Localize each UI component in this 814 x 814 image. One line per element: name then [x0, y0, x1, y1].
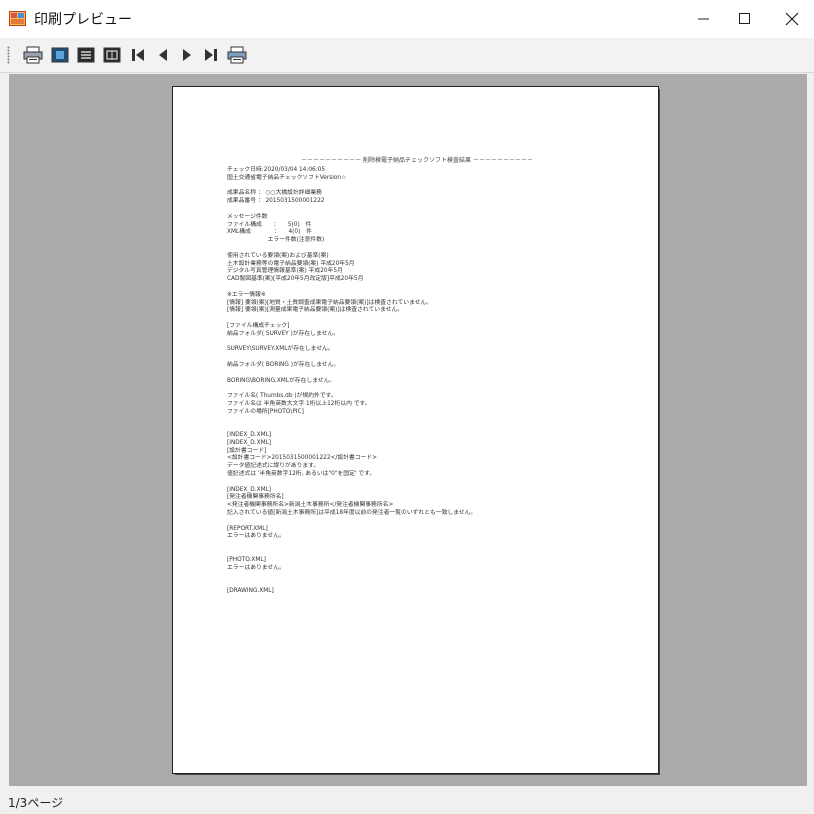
- document-line: エラーはありません。: [227, 564, 285, 571]
- document-line: [DRAWING.XML]: [227, 588, 274, 595]
- close-icon: [785, 12, 799, 26]
- document-line: デジタル写真管理情報基準(案) 平成20年5月: [227, 268, 343, 275]
- one-page-button[interactable]: [49, 45, 71, 65]
- document-line: ファイルの場所[PHOTO\PIC]: [227, 408, 304, 415]
- next-page-icon: [183, 49, 191, 61]
- document-line: <発注者機関事務所名>新潟土木事務所</発注者機関事務所名>: [227, 502, 394, 509]
- one-page-icon: [51, 47, 69, 63]
- document-line: [INDEX_D.XML]: [227, 486, 272, 493]
- prev-page-icon: [159, 49, 167, 61]
- document-line: エラー件数(注意件数): [227, 237, 325, 244]
- document-line: SURVEY\SURVEY.XMLが存在しません。: [227, 346, 334, 353]
- document-line: [PHOTO.XML]: [227, 556, 266, 563]
- document-line: 納品フォルダ( SURVEY )が存在しません。: [227, 330, 339, 337]
- first-page-button[interactable]: [127, 45, 149, 65]
- document-line: データ値記述式に誤りがあります。: [227, 463, 320, 470]
- minimize-button[interactable]: [682, 0, 726, 38]
- document-line: [INDEX_D.XML]: [227, 439, 272, 446]
- document-line: XML構成 ： 4(0) 件: [227, 229, 312, 236]
- document-line: 納品フォルダ( BORING )が存在しません。: [227, 361, 340, 368]
- document-content: －－－－－－－－－－ 削除検電子納品チェックソフト検査結果 －－－－－－－－－－…: [227, 155, 607, 596]
- document-line: チェック日時:2020/03/04 14:06:05: [227, 167, 326, 173]
- document-line: CAD製図基準(案)[平成20年5月改定版]平成20年5月: [227, 276, 364, 283]
- status-bar: 1/3ページ: [0, 788, 814, 814]
- title-bar: 印刷プレビュー: [0, 0, 814, 38]
- document-header: －－－－－－－－－－ 削除検電子納品チェックソフト検査結果 －－－－－－－－－－: [301, 157, 533, 164]
- document-line: 値記述式は '半角英数字12桁, あるいは"0"を固定' です。: [227, 471, 376, 478]
- document-line: 記入されている値[新潟土木事務所]は平成18年度以前の発注者一覧のいずれとも一致…: [227, 510, 477, 517]
- close-button[interactable]: [770, 0, 814, 38]
- maximize-button[interactable]: [723, 0, 767, 38]
- maximize-icon: [739, 13, 750, 24]
- print-button[interactable]: [22, 45, 44, 65]
- document-line: 使用されている要領(案)および基準(案): [227, 252, 329, 259]
- document-line: [情報] 要領(案)[測量成果電子納品要領(案)]は検査されていません。: [227, 307, 404, 314]
- document-line: BORING\BORING.XMLが存在しません。: [227, 377, 336, 384]
- document-line: エラーはありません。: [227, 533, 285, 540]
- four-pages-button[interactable]: [101, 45, 123, 65]
- document-line: ※エラー情報※: [227, 291, 266, 298]
- document-line: [INDEX_D.XML]: [227, 432, 272, 439]
- preview-page: －－－－－－－－－－ 削除検電子納品チェックソフト検査結果 －－－－－－－－－－…: [172, 86, 659, 774]
- last-page-button[interactable]: [200, 45, 222, 65]
- page-setup-button[interactable]: [226, 45, 248, 65]
- preview-area[interactable]: －－－－－－－－－－ 削除検電子納品チェックソフト検査結果 －－－－－－－－－－…: [9, 74, 807, 786]
- next-page-button[interactable]: [176, 45, 198, 65]
- document-line: メッセージ件数: [227, 213, 268, 220]
- document-line: ファイル名は 半角英数大文字 1桁以上12桁以内 です。: [227, 400, 371, 407]
- prev-page-button[interactable]: [152, 45, 174, 65]
- page-indicator: 1/3ページ: [8, 796, 64, 810]
- app-icon: [9, 11, 26, 26]
- last-page-icon: [205, 49, 217, 61]
- printer-icon: [23, 46, 43, 64]
- two-pages-icon: [77, 47, 95, 63]
- two-pages-button[interactable]: [75, 45, 97, 65]
- toolbar-grip[interactable]: [7, 46, 10, 64]
- first-page-icon: [132, 49, 144, 61]
- document-line: 国土交通省電子納品チェックソフトVersion☆: [227, 174, 347, 181]
- document-line: ファイル名( Thumbs.db )が規約外です。: [227, 393, 337, 400]
- page-setup-icon: [227, 46, 247, 64]
- minimize-icon: [698, 18, 709, 20]
- document-line: [ファイル構成チェック]: [227, 322, 290, 329]
- window-title: 印刷プレビュー: [34, 12, 132, 28]
- four-pages-icon: [103, 47, 121, 63]
- document-line: 成果品番号 ： 2015031500001222: [227, 198, 325, 205]
- toolbar: [0, 38, 814, 73]
